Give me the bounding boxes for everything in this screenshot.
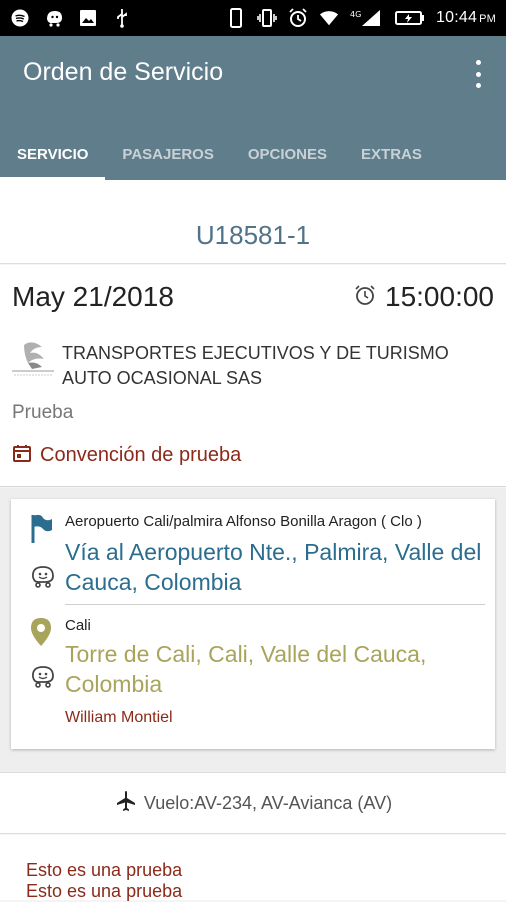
signal-icon: 4G	[350, 8, 384, 28]
tab-bar: SERVICIO PASAJEROS OPCIONES EXTRAS	[0, 128, 506, 180]
airplane-icon	[114, 789, 138, 818]
origin-icons	[29, 513, 59, 593]
vibrate-icon	[257, 8, 277, 28]
overflow-menu-icon[interactable]	[472, 60, 484, 88]
origin-address[interactable]: Vía al Aeropuerto Nte., Palmira, Valle d…	[65, 537, 485, 597]
calendar-icon	[12, 443, 32, 468]
waze-navigate-destination-icon[interactable]	[29, 664, 59, 693]
flight-row: Vuelo:AV-234, AV-Avianca (AV)	[0, 772, 506, 834]
status-bar: 4G 10:44 PM	[0, 0, 506, 36]
order-header: U18581-1	[0, 180, 506, 264]
waze-navigate-origin-icon[interactable]	[29, 564, 59, 593]
battery-icon	[395, 8, 425, 28]
wifi-icon	[319, 8, 339, 28]
convention-row: Convención de prueba	[12, 443, 241, 468]
company-name: TRANSPORTES EJECUTIVOS Y DE TURISMO AUTO…	[62, 343, 449, 388]
network-type-label: 4G	[350, 10, 361, 19]
route-divider	[65, 604, 485, 605]
alarm-clock-icon	[353, 283, 377, 312]
tab-pasajeros[interactable]: PASAJEROS	[105, 128, 230, 180]
waze-icon	[44, 8, 64, 28]
page-title: Orden de Servicio	[23, 58, 224, 86]
route-card: Aeropuerto Cali/palmira Alfonso Bonilla …	[11, 499, 495, 749]
alarm-icon	[288, 8, 308, 28]
convention-label: Convención de prueba	[40, 444, 242, 466]
tab-extras[interactable]: EXTRAS	[344, 128, 439, 180]
service-time: 15:00:00	[385, 281, 494, 312]
notes-section: Esto es una prueba Esto es una prueba	[0, 835, 506, 901]
tab-opciones[interactable]: OPCIONES	[231, 128, 344, 180]
image-icon	[78, 8, 98, 28]
location-pin-icon	[29, 618, 53, 651]
note-line: Esto es una prueba	[26, 860, 183, 880]
note-line: Esto es una prueba	[26, 881, 183, 901]
company-logo-icon	[12, 341, 54, 391]
route-section: Aeropuerto Cali/palmira Alfonso Bonilla …	[0, 488, 506, 772]
destination-address[interactable]: Torre de Cali, Cali, Valle del Cauca, Co…	[65, 639, 485, 699]
destination-label: Cali	[65, 617, 91, 634]
service-date: May 21/2018	[12, 281, 174, 312]
tab-servicio[interactable]: SERVICIO	[0, 128, 106, 180]
company-row: TRANSPORTES EJECUTIVOS Y DE TURISMO AUTO…	[12, 341, 502, 391]
service-description: Prueba	[12, 402, 74, 423]
usb-icon	[112, 8, 132, 28]
spotify-icon	[10, 8, 30, 28]
phone-device-icon	[226, 8, 246, 28]
app-bar: Orden de Servicio SERVICIO PASAJEROS OPC…	[0, 36, 506, 180]
service-info: May 21/2018 15:00:00 TRANSPORTES EJECUTI…	[0, 265, 506, 487]
service-time-group: 15:00:00	[353, 281, 494, 313]
clock-time: 10:44 PM	[436, 9, 496, 26]
origin-label: Aeropuerto Cali/palmira Alfonso Bonilla …	[65, 513, 422, 530]
contact-name: William Montiel	[65, 709, 173, 726]
flag-icon	[29, 514, 53, 549]
destination-icons	[29, 617, 59, 693]
order-code: U18581-1	[195, 220, 311, 250]
flight-info: Vuelo:AV-234, AV-Avianca (AV)	[143, 792, 393, 813]
